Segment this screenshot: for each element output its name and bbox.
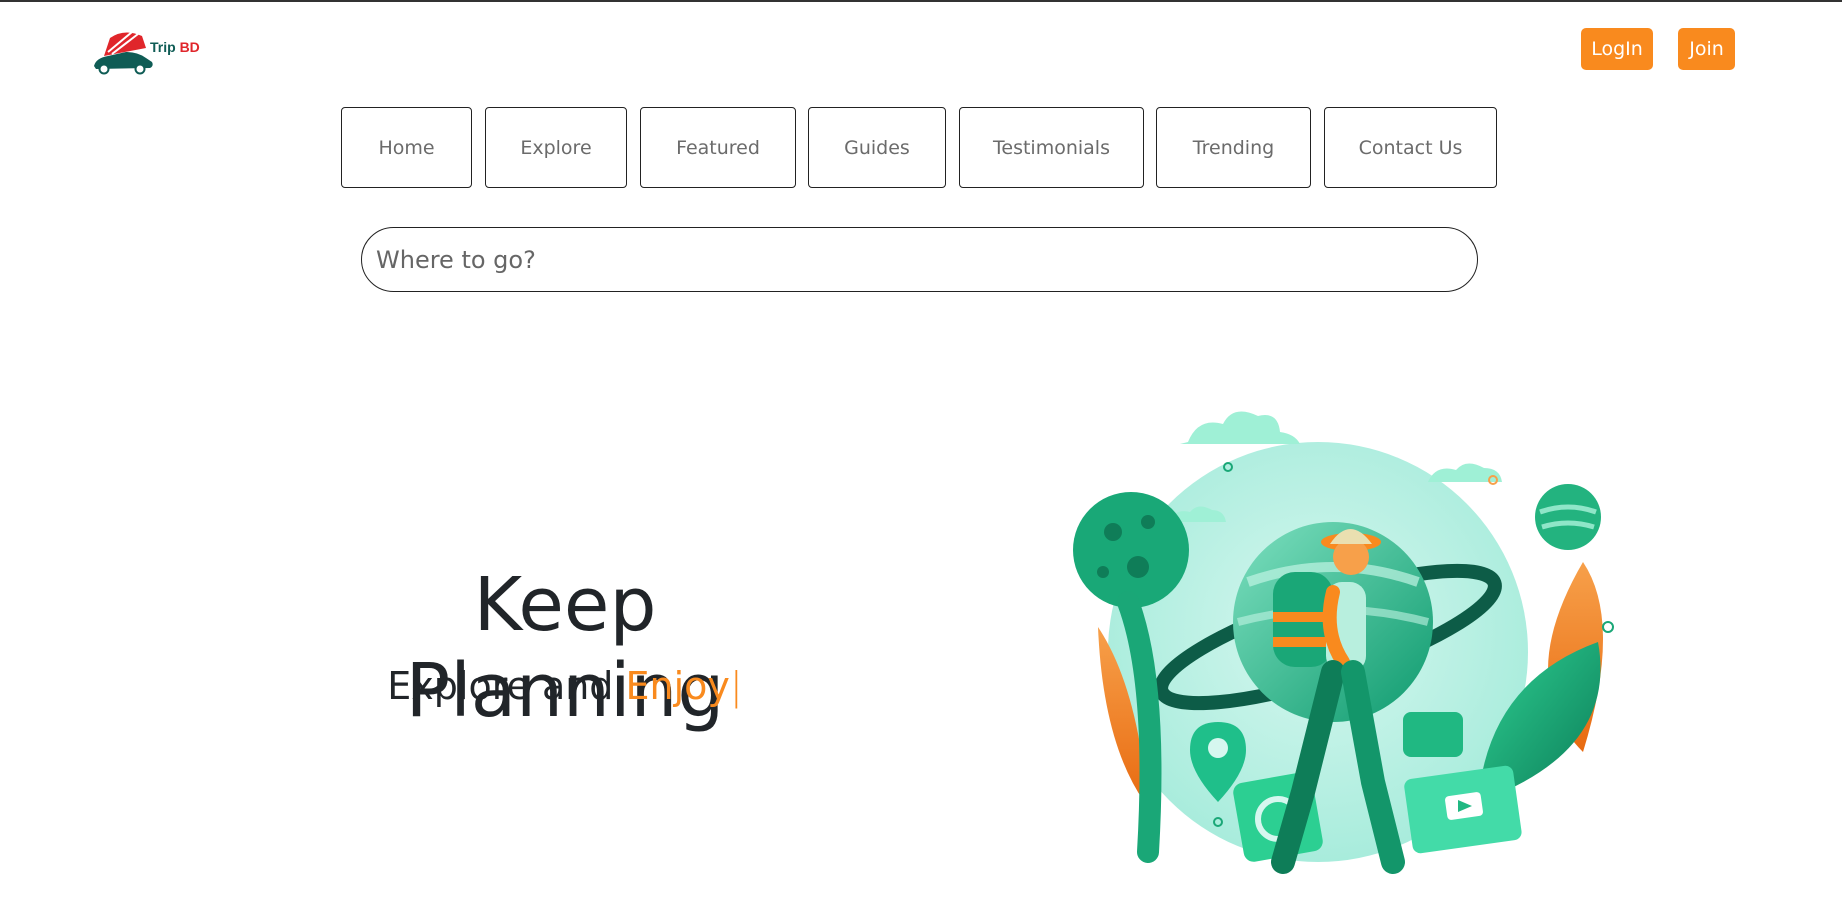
- logo-text-bd: BD: [179, 39, 200, 55]
- nav-item-trending[interactable]: Trending: [1156, 107, 1311, 188]
- nav-item-explore[interactable]: Explore: [485, 107, 627, 188]
- nav-item-testimonials[interactable]: Testimonials: [959, 107, 1144, 188]
- logo-text-trip: Trip: [150, 39, 176, 55]
- search-bar: [361, 227, 1478, 292]
- logo-text: Trip BD: [150, 39, 200, 55]
- typing-cursor: |: [729, 664, 743, 708]
- hero-subtitle: Explore and Enjoy|: [310, 664, 820, 708]
- nav-item-contact-us[interactable]: Contact Us: [1324, 107, 1497, 188]
- traveler-illustration: [1068, 382, 1628, 903]
- hero-subtitle-highlight: Enjoy: [625, 664, 730, 708]
- search-input[interactable]: [361, 227, 1478, 292]
- nav-item-featured[interactable]: Featured: [640, 107, 796, 188]
- traveler-illustration-icon: [1073, 411, 1614, 874]
- hero-title: Keep Planning: [405, 562, 725, 734]
- site-logo[interactable]: Trip BD: [90, 26, 210, 76]
- hero-subtitle-prefix: Explore and: [387, 664, 626, 708]
- login-button[interactable]: LogIn: [1581, 28, 1653, 70]
- join-button[interactable]: Join: [1678, 28, 1735, 70]
- nav-item-guides[interactable]: Guides: [808, 107, 946, 188]
- nav-item-home[interactable]: Home: [341, 107, 472, 188]
